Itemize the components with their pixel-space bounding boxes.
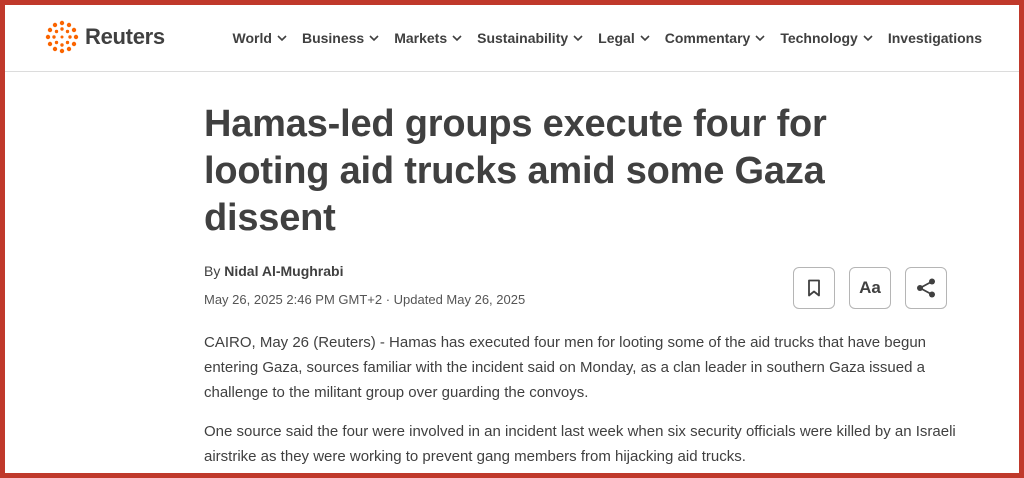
chevron-down-icon xyxy=(640,35,650,42)
article-dateline: May 26, 2025 2:46 PM GMT+2 · Updated May… xyxy=(204,292,526,307)
byline-prefix: By xyxy=(204,263,221,279)
article-headline: Hamas-led groups execute four for lootin… xyxy=(204,103,827,239)
share-icon xyxy=(917,278,935,298)
chevron-down-icon xyxy=(863,35,873,42)
bookmark-icon xyxy=(808,279,820,297)
nav-item-label: Markets xyxy=(394,30,448,46)
nav-item-label: World xyxy=(232,30,272,46)
nav-item-legal[interactable]: Legal xyxy=(591,30,658,46)
chevron-down-icon xyxy=(277,35,287,42)
main-nav: World Business Markets Sustainability Le… xyxy=(226,5,989,71)
author-link[interactable]: Nidal Al-Mughrabi xyxy=(224,263,343,279)
chevron-down-icon xyxy=(452,35,462,42)
share-button[interactable] xyxy=(905,267,947,309)
byline: By Nidal Al-Mughrabi xyxy=(204,263,344,279)
nav-item-label: Investigations xyxy=(887,30,982,46)
chevron-down-icon xyxy=(755,35,765,42)
chevron-down-icon xyxy=(369,35,379,42)
nav-item-label: Commentary xyxy=(664,30,751,46)
logo-text: Reuters xyxy=(85,24,165,49)
article-paragraph: One source said the four were involved i… xyxy=(204,423,956,465)
nav-item-label: Legal xyxy=(598,30,635,46)
nav-item-commentary[interactable]: Commentary xyxy=(658,30,774,46)
nav-item-label: Sustainability xyxy=(477,30,569,46)
browser-frame: Reuters World Business Markets Sustainab… xyxy=(0,0,1024,478)
article-tools: Aa xyxy=(793,267,947,309)
nav-item-technology[interactable]: Technology xyxy=(773,30,881,46)
nav-item-business[interactable]: Business xyxy=(295,30,387,46)
nav-item-markets[interactable]: Markets xyxy=(387,30,470,46)
nav-item-investigations[interactable]: Investigations xyxy=(881,30,989,46)
nav-item-world[interactable]: World xyxy=(226,30,295,46)
reuters-logo-icon xyxy=(45,20,79,54)
nav-item-sustainability[interactable]: Sustainability xyxy=(470,30,591,46)
chevron-down-icon xyxy=(573,35,583,42)
site-header: Reuters World Business Markets Sustainab… xyxy=(5,5,1019,72)
article-paragraph: CAIRO, May 26 (Reuters) - Hamas has exec… xyxy=(204,334,927,401)
nav-item-label: Technology xyxy=(780,30,858,46)
text-size-label: Aa xyxy=(859,278,881,297)
bookmark-button[interactable] xyxy=(793,267,835,309)
reuters-logo[interactable]: Reuters xyxy=(45,19,165,55)
nav-item-label: Business xyxy=(301,30,365,46)
text-size-button[interactable]: Aa xyxy=(849,267,891,309)
